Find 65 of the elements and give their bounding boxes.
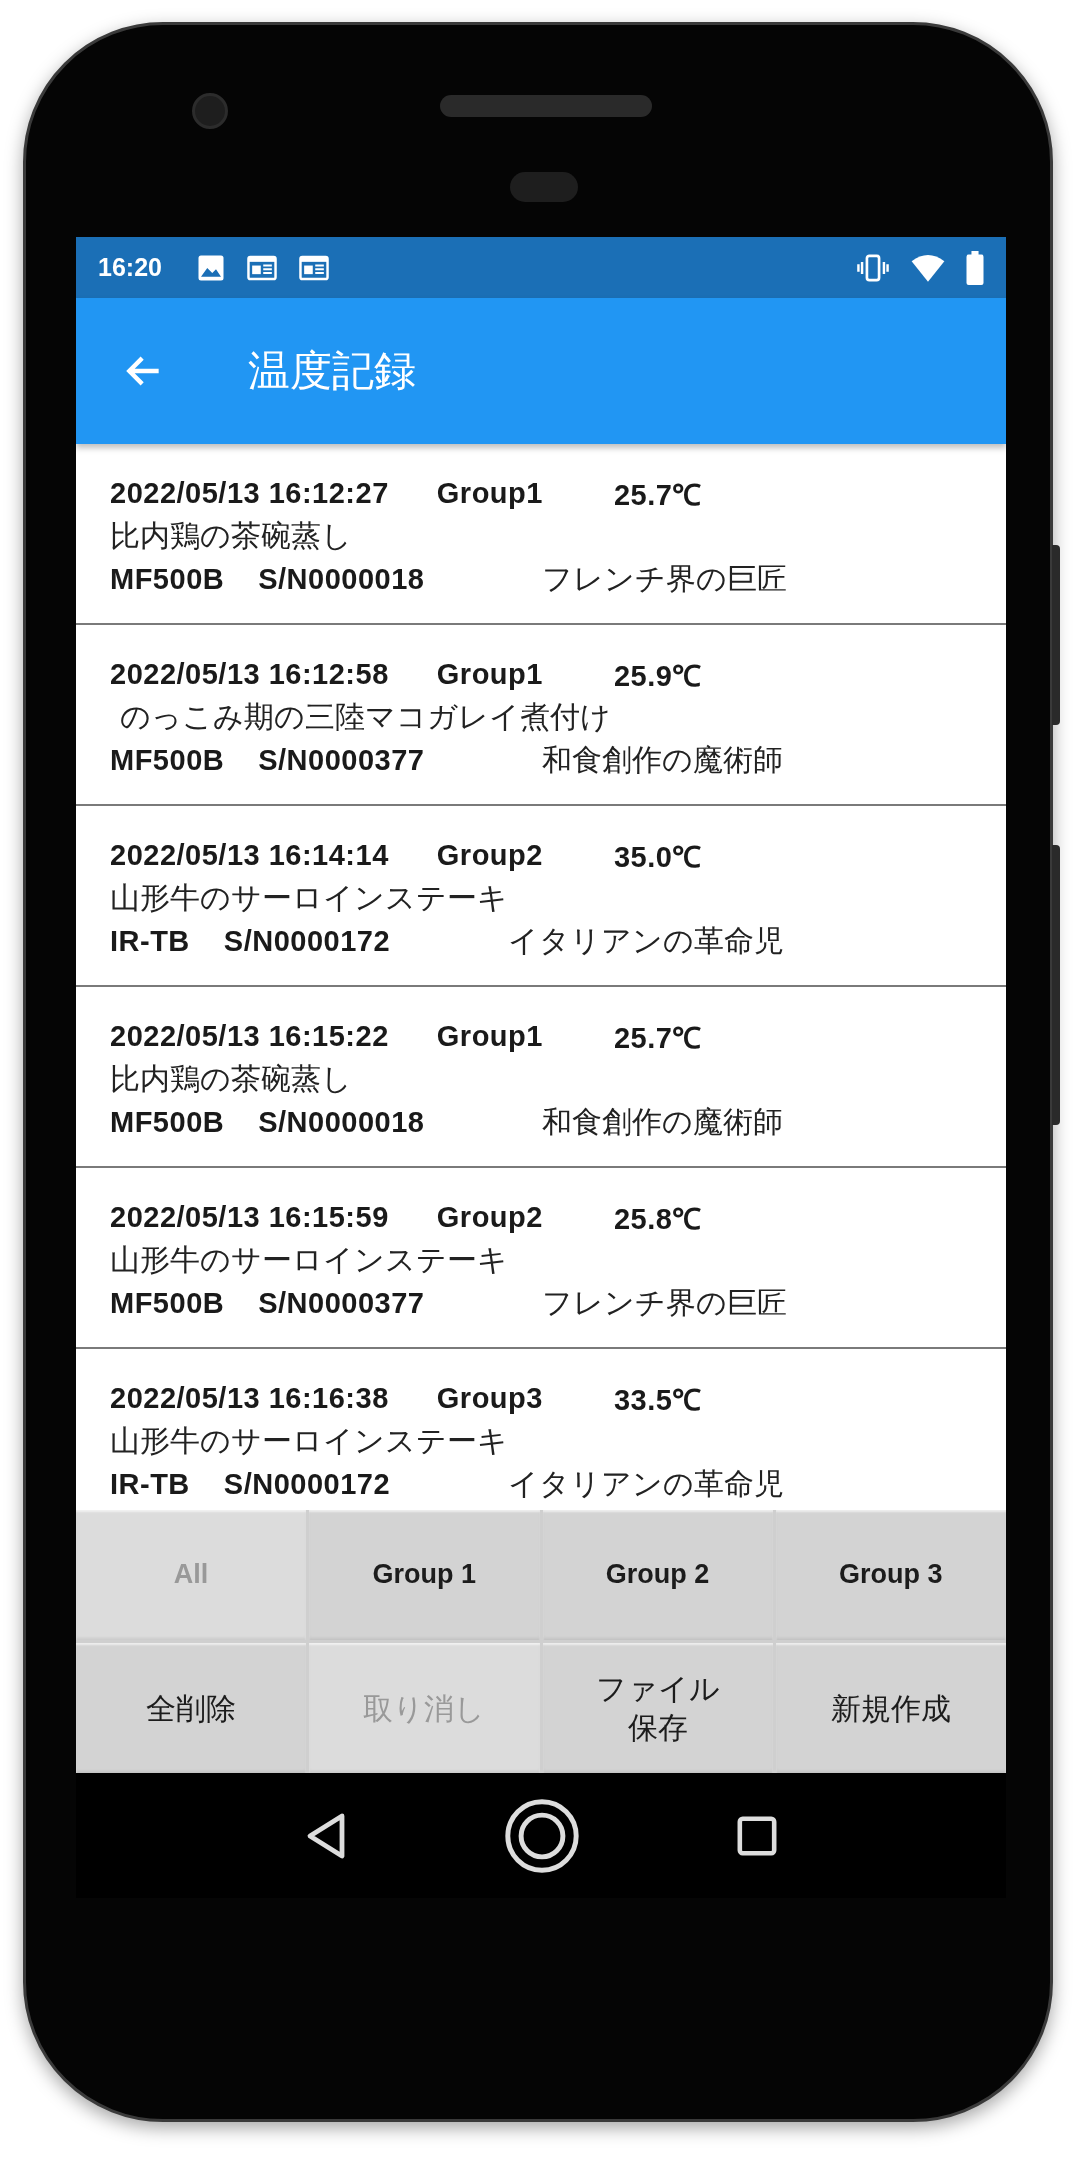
record-serial: S/N0000377 — [258, 744, 425, 777]
circle-icon — [504, 1797, 580, 1874]
record-group: Group3 — [436, 1382, 543, 1415]
record-datetime: 2022/05/13 16:16:38 — [110, 1382, 389, 1415]
record-group: Group1 — [436, 1020, 543, 1053]
action-button[interactable]: ファイル保存 — [542, 1643, 773, 1773]
record-model: MF500B — [110, 1106, 225, 1139]
record-chef: フレンチ界の巨匠 — [542, 1284, 788, 1322]
record-temperature: 35.0℃ — [613, 840, 702, 875]
record-chef: イタリアンの革命児 — [508, 1465, 785, 1503]
record-chef: 和食創作の魔術師 — [542, 741, 784, 779]
camera-icon — [192, 93, 228, 129]
record-row[interactable]: 2022/05/13 16:12:58 Group1 25.9℃ のっこみ期の三陸マコガレイ煮付け MF500B S/N0000377 和食創作の魔術師 — [76, 625, 1006, 806]
record-row[interactable]: 2022/05/13 16:15:22 Group1 25.7℃ 比内鶏の茶碗蒸し MF500B S/N0000018 和食創作の魔術師 — [76, 987, 1006, 1168]
record-dish: のっこみ期の三陸マコガレイ煮付け — [118, 698, 611, 736]
group-filter-button[interactable]: Group 1 — [309, 1510, 540, 1640]
clock-time: 16:20 — [98, 253, 162, 282]
record-row[interactable]: 2022/05/13 16:14:14 Group2 35.0℃ 山形牛のサーロインステーキ IR-TB S/N0000172 イタリアンの革命児 — [76, 806, 1006, 987]
record-dish: 比内鶏の茶碗蒸し — [110, 517, 352, 555]
record-chef: 和食創作の魔術師 — [542, 1103, 784, 1141]
record-temperature: 25.8℃ — [613, 1202, 702, 1237]
group-filter-button[interactable]: Group 2 — [542, 1510, 773, 1640]
sensor-icon — [510, 172, 578, 202]
record-serial: S/N0000377 — [258, 1287, 425, 1320]
group-filter-button[interactable]: Group 3 — [775, 1510, 1006, 1640]
record-chef: フレンチ界の巨匠 — [542, 560, 788, 598]
record-group: Group2 — [436, 1201, 543, 1234]
record-temperature: 25.7℃ — [613, 478, 702, 513]
record-dish: 山形牛のサーロインステーキ — [110, 879, 508, 917]
record-temperature: 25.9℃ — [613, 659, 702, 694]
action-button[interactable]: 新規作成 — [775, 1643, 1006, 1773]
record-serial: S/N0000018 — [258, 563, 425, 596]
screen-title: 温度記録 — [248, 345, 416, 397]
record-datetime: 2022/05/13 16:15:59 — [110, 1201, 389, 1234]
record-datetime: 2022/05/13 16:15:22 — [110, 1020, 389, 1053]
record-temperature: 33.5℃ — [613, 1383, 702, 1418]
record-model: MF500B — [110, 563, 225, 596]
record-row[interactable]: 2022/05/13 16:12:27 Group1 25.7℃ 比内鶏の茶碗蒸し MF500B S/N0000018 フレンチ界の巨匠 — [76, 444, 1006, 625]
record-datetime: 2022/05/13 16:12:27 — [110, 477, 389, 510]
record-chef: イタリアンの革命児 — [508, 922, 785, 960]
vibrate-icon — [856, 252, 890, 283]
square-icon — [736, 1814, 778, 1857]
home-nav-button[interactable] — [504, 1797, 580, 1874]
action-button[interactable]: 全削除 — [76, 1643, 307, 1773]
record-model: MF500B — [110, 744, 225, 777]
battery-icon — [966, 250, 984, 285]
record-dish: 山形牛のサーロインステーキ — [110, 1241, 508, 1279]
record-group: Group1 — [436, 658, 543, 691]
record-model: MF500B — [110, 1287, 225, 1320]
record-row[interactable]: 2022/05/13 16:15:59 Group2 25.8℃ 山形牛のサーロインステーキ MF500B S/N0000377 フレンチ界の巨匠 — [76, 1168, 1006, 1349]
record-datetime: 2022/05/13 16:12:58 — [110, 658, 389, 691]
record-group: Group2 — [436, 839, 543, 872]
record-serial: S/N0000172 — [223, 1468, 391, 1501]
record-temperature: 25.7℃ — [613, 1021, 702, 1056]
record-dish: 山形牛のサーロインステーキ — [110, 1422, 508, 1460]
speaker-icon — [440, 95, 652, 117]
record-serial: S/N0000018 — [258, 1106, 425, 1139]
record-model: IR-TB — [110, 925, 190, 958]
record-serial: S/N0000172 — [223, 925, 391, 958]
wifi-icon — [910, 252, 946, 283]
record-group: Group1 — [436, 477, 543, 510]
recents-nav-button[interactable] — [736, 1814, 778, 1857]
record-model: IR-TB — [110, 1468, 190, 1501]
record-datetime: 2022/05/13 16:14:14 — [110, 839, 389, 872]
record-dish: 比内鶏の茶碗蒸し — [110, 1060, 352, 1098]
